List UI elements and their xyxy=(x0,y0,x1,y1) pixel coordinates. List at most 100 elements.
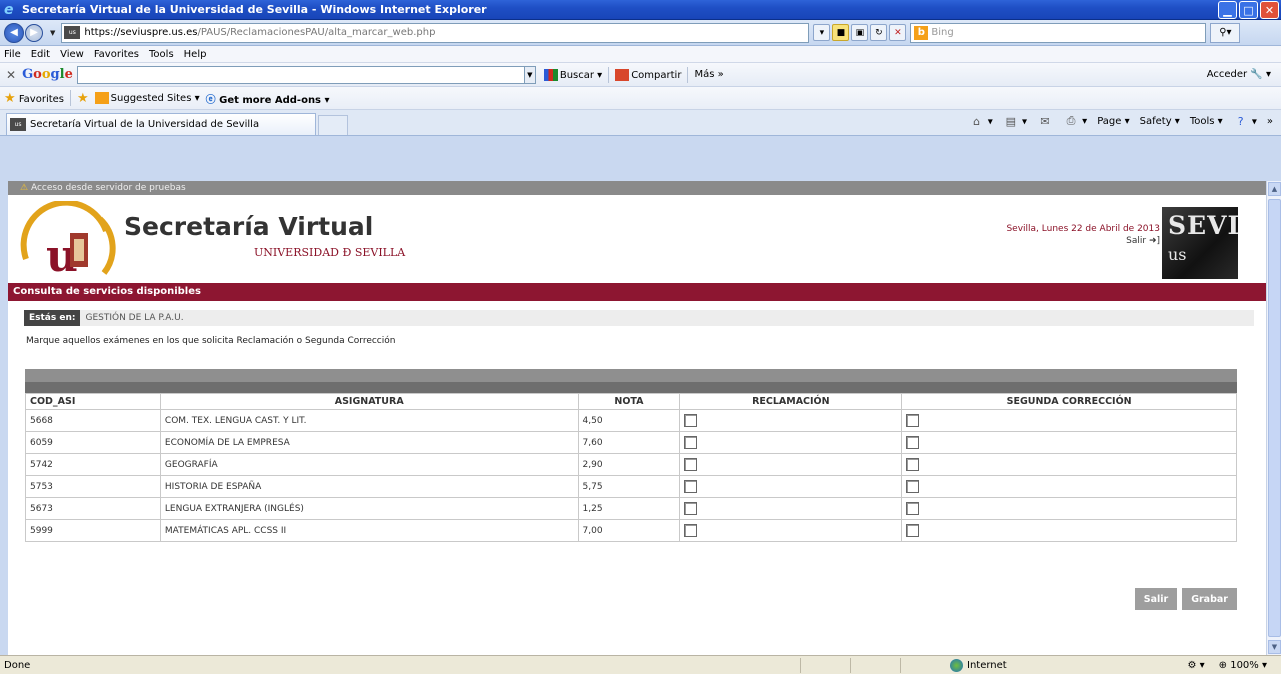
cell-segunda xyxy=(901,519,1237,542)
col-nota: NOTA xyxy=(577,393,681,410)
reclamacion-checkbox[interactable] xyxy=(684,414,698,427)
salir-header-link[interactable]: Salir ➜] xyxy=(1006,236,1160,246)
url-domain: https://seviuspre.us.es xyxy=(84,27,198,38)
reclamacion-checkbox[interactable] xyxy=(684,502,698,515)
reclamacion-checkbox[interactable] xyxy=(684,480,698,493)
menu-help[interactable]: Help xyxy=(184,49,207,60)
security-zone[interactable]: Internet xyxy=(950,658,1007,672)
rss-icon: ▤ xyxy=(1005,114,1016,128)
safety-menu[interactable]: Safety ▾ xyxy=(1140,116,1180,127)
reclamacion-checkbox[interactable] xyxy=(684,436,698,449)
left-frame xyxy=(0,181,8,655)
segunda-correccion-checkbox[interactable] xyxy=(906,414,920,427)
cell-asignatura: LENGUA EXTRANJERA (INGLÉS) xyxy=(159,497,579,520)
tools-menu[interactable]: Tools ▾ xyxy=(1190,116,1223,127)
minimize-button[interactable]: ▁ xyxy=(1218,1,1237,19)
segunda-correccion-checkbox[interactable] xyxy=(906,502,920,515)
title-bar: e Secretaría Virtual de la Universidad d… xyxy=(0,0,1281,20)
mail-button[interactable]: ✉ xyxy=(1037,114,1053,128)
favorites-button[interactable]: ★ Favorites xyxy=(4,91,64,106)
menu-favorites[interactable]: Favorites xyxy=(94,49,139,60)
col-reclamacion: RECLAMACIÓN xyxy=(679,393,903,410)
vertical-scrollbar[interactable]: ▲ ▼ xyxy=(1266,181,1281,655)
stop-button[interactable]: ✕ xyxy=(889,24,907,41)
toolbar-separator xyxy=(70,90,72,106)
compartir-label: Compartir xyxy=(631,69,682,81)
page-menu[interactable]: Page ▾ xyxy=(1097,116,1129,127)
menu-edit[interactable]: Edit xyxy=(31,49,50,60)
segunda-correccion-checkbox[interactable] xyxy=(906,458,920,471)
col-cod-asi: COD_ASI xyxy=(25,393,161,410)
breadcrumb-value[interactable]: GESTIÓN DE LA P.A.U. xyxy=(85,313,183,323)
cell-nota: 7,60 xyxy=(577,431,681,454)
cell-cod: 5999 xyxy=(25,519,161,542)
close-button[interactable]: ✕ xyxy=(1260,1,1279,19)
cell-asignatura: COM. TEX. LENGUA CAST. Y LIT. xyxy=(159,409,579,432)
mas-button[interactable]: Más » xyxy=(694,69,723,80)
brand-title: Secretaría Virtual xyxy=(124,212,374,241)
close-toolbar-icon[interactable]: ✕ xyxy=(6,68,16,82)
active-tab[interactable]: us Secretaría Virtual de la Universidad … xyxy=(6,113,316,135)
google-search-input[interactable] xyxy=(76,65,525,84)
address-row: ◀ ▶ ▼ us https://seviuspre.us.es/PAUS/Re… xyxy=(0,20,1281,46)
reclamacion-checkbox[interactable] xyxy=(684,524,698,537)
segunda-correccion-checkbox[interactable] xyxy=(906,480,920,493)
compatibility-icon: ▣ xyxy=(855,27,865,38)
home-button[interactable]: ⌂ ▾ xyxy=(969,114,993,128)
compartir-button[interactable]: Compartir xyxy=(615,68,682,81)
search-icon: ⚲▾ xyxy=(1219,27,1232,38)
page-label: Page xyxy=(1097,115,1122,127)
bing-logo-icon: b xyxy=(914,25,929,40)
menu-file[interactable]: File xyxy=(4,49,21,60)
print-button[interactable]: ⎙ ▾ xyxy=(1063,114,1088,128)
buscar-button[interactable]: Buscar ▾ xyxy=(543,68,602,81)
address-field[interactable]: us https://seviuspre.us.es/PAUS/Reclamac… xyxy=(61,22,810,43)
recent-pages-dropdown[interactable]: ▼ xyxy=(50,29,55,37)
search-button[interactable]: ⚲▾ xyxy=(1210,22,1241,43)
back-button[interactable]: ◀ xyxy=(4,22,24,43)
printer-icon: ⎙ xyxy=(1066,114,1076,127)
refresh-button[interactable]: ↻ xyxy=(870,24,888,41)
maximize-icon: □ xyxy=(1243,3,1254,17)
segunda-correccion-checkbox[interactable] xyxy=(906,436,920,449)
menu-tools[interactable]: Tools xyxy=(149,49,174,60)
google-search-dropdown[interactable]: ▼ xyxy=(524,65,536,84)
compatibility-view-button[interactable]: ▣ xyxy=(851,24,869,41)
table-header-band xyxy=(25,369,1237,382)
chevron-more-icon[interactable]: » xyxy=(1267,116,1273,127)
forward-arrow-icon: ▶ xyxy=(30,27,38,38)
zoom-button[interactable]: ⊕ 100% ▾ xyxy=(1219,660,1267,671)
cell-cod: 5742 xyxy=(25,453,161,476)
scroll-up-icon[interactable]: ▲ xyxy=(1268,182,1281,196)
scroll-down-icon[interactable]: ▼ xyxy=(1268,640,1281,654)
tab-favicon-icon: us xyxy=(10,118,26,131)
star-icon: ★ xyxy=(4,90,16,106)
help-button[interactable]: ? ▾ xyxy=(1233,114,1257,128)
segunda-correccion-checkbox[interactable] xyxy=(906,524,920,537)
add-favorite-icon[interactable]: ★ xyxy=(77,91,89,106)
cell-nota: 2,90 xyxy=(577,453,681,476)
scroll-thumb[interactable] xyxy=(1268,199,1281,637)
addons-label: Get more Add-ons xyxy=(219,94,322,106)
feeds-button[interactable]: ▤ ▾ xyxy=(1003,114,1027,128)
site-header: u Secretaría Virtual UNIVERSIDAD Ð SEVIL… xyxy=(8,195,1266,283)
salir-button[interactable]: Salir xyxy=(1134,588,1178,610)
address-dropdown-button[interactable]: ▾ xyxy=(813,24,831,41)
forward-button[interactable]: ▶ xyxy=(25,23,43,42)
reclamacion-checkbox[interactable] xyxy=(684,458,698,471)
suggested-sites-button[interactable]: Suggested Sites ▾ xyxy=(94,92,200,104)
maximize-button[interactable]: □ xyxy=(1239,1,1258,19)
grabar-button[interactable]: Grabar xyxy=(1182,588,1237,610)
refresh-icon: ↻ xyxy=(875,27,883,38)
security-lock-button[interactable]: ■ xyxy=(832,24,850,41)
menu-view[interactable]: View xyxy=(60,49,84,60)
status-divider xyxy=(800,657,801,673)
new-tab-button[interactable] xyxy=(318,115,348,135)
google-search-icon xyxy=(543,68,558,81)
menu-bar: File Edit View Favorites Tools Help xyxy=(0,46,1281,63)
protected-mode-icon[interactable]: ⚙ ▾ xyxy=(1187,660,1204,671)
acceder-button[interactable]: Acceder 🔧 ▾ xyxy=(1207,69,1271,80)
search-box[interactable]: b Bing xyxy=(910,22,1207,43)
get-addons-button[interactable]: ⓔ Get more Add-ons ▾ xyxy=(206,91,330,106)
google-toolbar: ✕ Google ▼ Buscar ▾ Compartir Más » Acce… xyxy=(0,63,1281,87)
